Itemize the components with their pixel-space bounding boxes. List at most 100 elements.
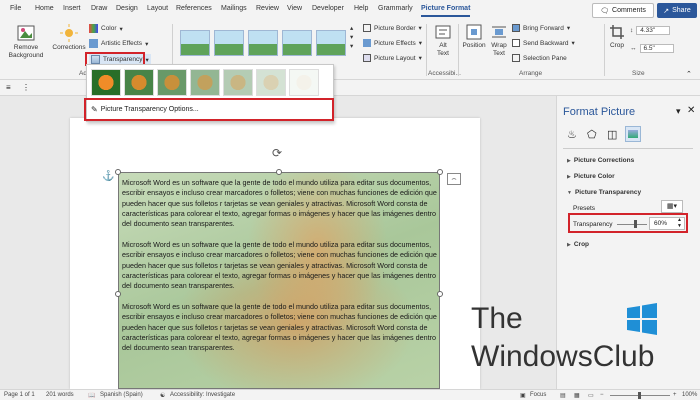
transparency-preset[interactable] xyxy=(190,69,220,96)
zoom-level[interactable]: 100% xyxy=(682,392,697,398)
pane-collapse-icon[interactable]: ▾ xyxy=(676,106,681,117)
collapse-ribbon-icon[interactable]: ⌃ xyxy=(686,70,692,78)
chevron-down-icon: ▾ xyxy=(571,40,575,47)
proofing-icon[interactable]: 📖 xyxy=(88,392,95,399)
layout-size-icon[interactable]: ◫ xyxy=(607,128,617,141)
zoom-slider-thumb[interactable] xyxy=(638,392,641,399)
bring-forward-button[interactable]: Bring Forward ▾ xyxy=(512,24,570,32)
tab-picture-format[interactable]: Picture Format xyxy=(421,5,471,17)
windows-logo-icon xyxy=(627,303,657,335)
list-icon[interactable]: ⋮ xyxy=(22,83,30,92)
picture-layout-button[interactable]: Picture Layout ▾ xyxy=(363,54,422,62)
tab-draw[interactable]: Draw xyxy=(91,5,107,12)
styles-gallery-scroll[interactable]: ▴ ▾ ▾ xyxy=(350,24,353,50)
transparency-highlight xyxy=(568,213,688,233)
tab-mailings[interactable]: Mailings xyxy=(221,5,247,12)
transparency-preset[interactable] xyxy=(223,69,253,96)
tab-grammarly[interactable]: Grammarly xyxy=(378,5,413,12)
picture-style-thumb[interactable] xyxy=(180,30,210,56)
selection-pane-icon xyxy=(512,54,520,62)
page-count[interactable]: Page 1 of 1 xyxy=(4,392,35,398)
web-layout-icon[interactable]: ▭ xyxy=(588,392,594,399)
chevron-down-icon: ▾ xyxy=(145,40,149,48)
resize-handle[interactable] xyxy=(437,291,443,297)
send-backward-button[interactable]: Send Backward ▾ xyxy=(512,39,575,47)
anchor-icon: ⚓ xyxy=(102,171,115,182)
comments-button[interactable]: 🗨 Comments xyxy=(592,3,654,18)
position-button[interactable]: Position xyxy=(461,24,487,50)
share-button[interactable]: ↗ Share xyxy=(657,3,697,18)
pane-title: Format Picture xyxy=(563,106,636,118)
transparency-preset[interactable] xyxy=(124,69,154,96)
artistic-effects-button[interactable]: Artistic Effects ▾ xyxy=(89,39,148,48)
picture-style-thumb[interactable] xyxy=(248,30,278,56)
section-picture-color[interactable]: ▶ Picture Color xyxy=(567,173,615,180)
presets-dropdown[interactable]: ▦▾ xyxy=(661,200,683,213)
height-value[interactable]: 4.33" xyxy=(636,26,671,35)
remove-background-button[interactable]: Remove Background xyxy=(6,24,46,59)
section-crop[interactable]: ▶ Crop xyxy=(567,241,589,248)
resize-handle[interactable] xyxy=(115,169,121,175)
section-picture-transparency[interactable]: ▼ Picture Transparency xyxy=(567,189,641,196)
section-label: Picture Color xyxy=(573,173,615,180)
chevron-down-icon: ▾ xyxy=(350,34,354,41)
wrap-text-button[interactable]: Wrap Text xyxy=(487,24,511,57)
tab-insert[interactable]: Insert xyxy=(63,5,81,12)
expand-icon: ▶ xyxy=(567,173,571,180)
zoom-out-icon[interactable]: − xyxy=(600,392,604,398)
align-icon[interactable]: ≡ xyxy=(6,83,11,92)
chevron-down-icon: ▾ xyxy=(418,55,422,62)
color-button[interactable]: Color ▾ xyxy=(89,24,123,33)
crop-button[interactable]: Crop xyxy=(607,24,627,50)
focus-icon: ▣ xyxy=(520,393,526,399)
transparency-preset[interactable] xyxy=(256,69,286,96)
tab-review[interactable]: Review xyxy=(256,5,279,12)
tab-references[interactable]: References xyxy=(176,5,212,12)
layout-options-icon[interactable]: ⌢ xyxy=(447,173,461,185)
tab-design[interactable]: Design xyxy=(116,5,138,12)
zoom-in-icon[interactable]: + xyxy=(673,392,677,398)
chevron-down-icon: ▾ xyxy=(418,40,423,47)
fill-line-icon[interactable]: ♨ xyxy=(567,128,577,141)
picture-border-button[interactable]: Picture Border ▾ xyxy=(363,24,422,32)
read-mode-icon[interactable]: ▤ xyxy=(560,392,566,399)
tab-view[interactable]: View xyxy=(287,5,302,12)
tab-help[interactable]: Help xyxy=(354,5,368,12)
picture-tab-icon[interactable] xyxy=(625,126,641,142)
height-field[interactable]: ↕ 4.33" xyxy=(630,26,671,35)
close-icon[interactable]: ✕ xyxy=(687,105,695,116)
tab-developer[interactable]: Developer xyxy=(312,5,344,12)
color-label: Color xyxy=(101,25,117,32)
tab-file[interactable]: File xyxy=(10,5,21,12)
arrange-group-label: Arrange xyxy=(519,70,543,77)
picture-style-thumb[interactable] xyxy=(214,30,244,56)
print-layout-icon[interactable]: ▦ xyxy=(574,392,580,399)
focus-button[interactable]: Focus xyxy=(530,392,546,398)
accessibility-status[interactable]: Accessibility: Investigate xyxy=(170,392,235,398)
picture-effects-button[interactable]: Picture Effects ▾ xyxy=(363,39,422,47)
language-status[interactable]: Spanish (Spain) xyxy=(100,392,143,398)
resize-handle[interactable] xyxy=(115,291,121,297)
transparency-preset[interactable] xyxy=(91,69,121,96)
transparency-preset[interactable] xyxy=(289,69,319,96)
picture-style-thumb[interactable] xyxy=(316,30,346,56)
corrections-button[interactable]: Corrections xyxy=(52,24,86,52)
selection-pane-button[interactable]: Selection Pane xyxy=(512,54,567,62)
picture-style-thumb[interactable] xyxy=(282,30,312,56)
resize-handle[interactable] xyxy=(276,169,282,175)
tab-layout[interactable]: Layout xyxy=(147,5,168,12)
rotate-handle-icon[interactable]: ⟳ xyxy=(272,146,282,160)
alt-text-button[interactable]: Alt Text xyxy=(430,24,456,57)
transparency-preset[interactable] xyxy=(157,69,187,96)
tab-home[interactable]: Home xyxy=(35,5,54,12)
chevron-down-icon: ▾ xyxy=(119,25,123,33)
section-picture-corrections[interactable]: ▶ Picture Corrections xyxy=(567,157,634,164)
send-backward-icon xyxy=(512,39,520,47)
width-field[interactable]: ↔ 6.5" xyxy=(630,44,674,53)
alt-text-label: Alt Text xyxy=(437,42,449,57)
palette-icon xyxy=(89,24,98,33)
word-count[interactable]: 201 words xyxy=(46,392,74,398)
width-value[interactable]: 6.5" xyxy=(639,44,674,53)
resize-handle[interactable] xyxy=(437,169,443,175)
effects-pentagon-icon[interactable]: ⬠ xyxy=(587,128,597,141)
